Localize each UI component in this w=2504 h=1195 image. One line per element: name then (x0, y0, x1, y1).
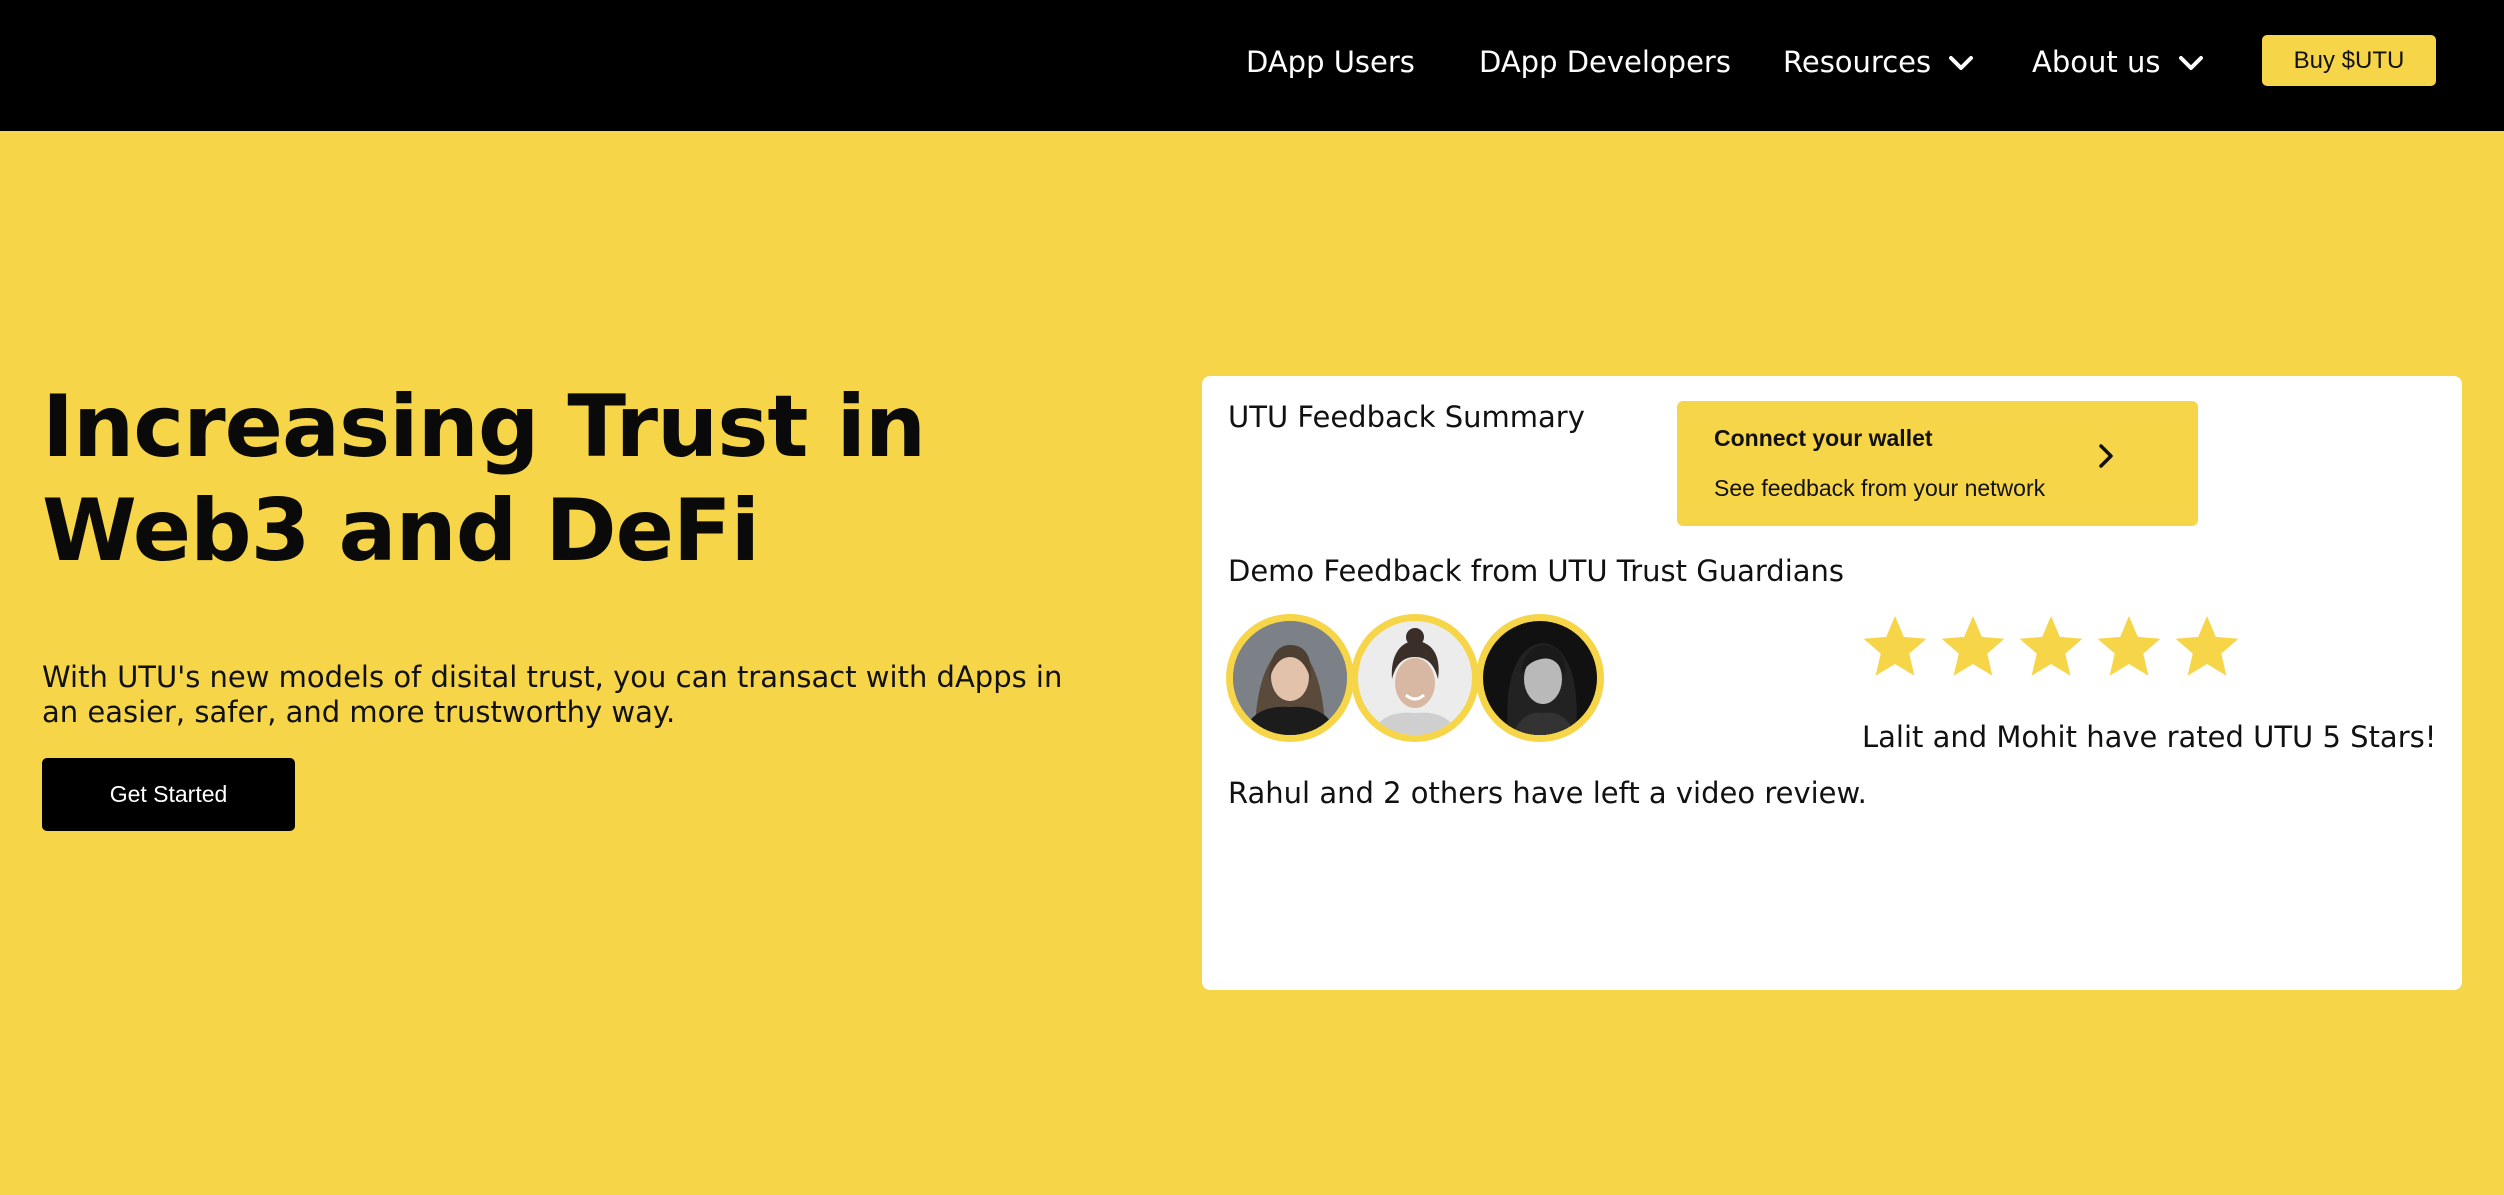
buy-utu-button[interactable]: Buy $UTU (2262, 35, 2436, 86)
connect-wallet-title: Connect your wallet (1714, 425, 1933, 451)
star-rating-text: Lalit and Mohit have rated UTU 5 Stars! (1862, 720, 2437, 754)
nav-item-label: About us (2032, 45, 2161, 79)
star-icon (2174, 614, 2240, 684)
video-review-text: Rahul and 2 others have left a video rev… (1228, 776, 1867, 810)
hero-title-line-1: Increasing Trust in (42, 377, 926, 477)
star-icon (1940, 614, 2006, 684)
chevron-right-icon (2095, 441, 2117, 475)
hero-subtitle: With UTU's new models of disital trust, … (42, 660, 1063, 729)
star-icon (2018, 614, 2084, 684)
hero-title-line-2: Web3 and DeFi (42, 481, 760, 581)
nav-item-label: DApp Users (1246, 45, 1415, 79)
nav-item-resources[interactable]: Resources (1783, 40, 1974, 84)
nav-item-label: Resources (1783, 45, 1932, 79)
star-rating (1862, 614, 2262, 694)
avatar[interactable] (1476, 614, 1604, 742)
top-navbar: DApp Users DApp Developers Resources Abo… (0, 0, 2504, 131)
star-icon (2096, 614, 2162, 684)
feedback-summary-card: UTU Feedback Summary Connect your wallet… (1202, 376, 2462, 990)
connect-wallet-subtitle: See feedback from your network (1714, 475, 2046, 501)
get-started-button[interactable]: Get Started (42, 758, 295, 831)
nav-item-label: DApp Developers (1479, 45, 1731, 79)
avatar-group[interactable] (1226, 614, 1626, 744)
nav-item-dapp-users[interactable]: DApp Users (1246, 40, 1415, 84)
star-icon (1862, 614, 1928, 684)
avatar[interactable] (1351, 614, 1479, 742)
connect-wallet-button[interactable]: Connect your wallet See feedback from yo… (1677, 401, 2198, 526)
card-title: UTU Feedback Summary (1228, 400, 1585, 434)
nav-item-about-us[interactable]: About us (2032, 40, 2204, 84)
demo-feedback-title: Demo Feedback from UTU Trust Guardians (1228, 554, 1845, 588)
chevron-down-icon (2178, 40, 2204, 84)
nav-item-dapp-developers[interactable]: DApp Developers (1479, 40, 1731, 84)
avatar[interactable] (1226, 614, 1354, 742)
hero-title: Increasing Trust in Web3 and DeFi (42, 375, 1042, 583)
chevron-down-icon (1948, 40, 1974, 84)
